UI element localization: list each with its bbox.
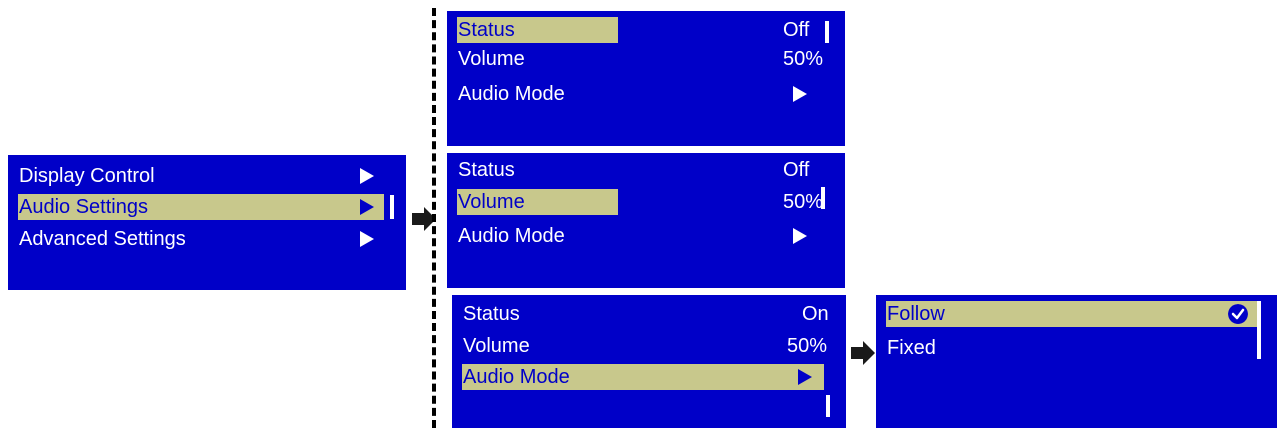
option-label: Fixed [887,337,936,359]
menu-item-volume[interactable]: Volume 50% [457,46,829,72]
menu-item-status[interactable]: Status Off [457,17,819,43]
audio-mode-label: Audio Mode [458,83,565,105]
menu-item-audio-mode[interactable]: Audio Mode [462,364,824,390]
audio-settings-panel-audio-mode: Status On Volume 50% Audio Mode [452,295,846,428]
submenu-triangle-icon [793,86,807,102]
submenu-triangle-icon [360,231,374,247]
volume-label: Volume [458,48,525,70]
audio-settings-panel-volume: Status Off Volume 50% Audio Mode [447,153,845,288]
scrollbar[interactable] [821,187,825,209]
arrow-right-icon [851,341,875,365]
divider [432,8,436,428]
menu-item-status[interactable]: Status On [462,301,829,327]
main-menu-panel: Display Control Audio Settings Advanced … [8,155,406,290]
menu-item-volume[interactable]: Volume 50% [457,189,823,215]
menu-item-audio-settings[interactable]: Audio Settings [18,194,384,220]
submenu-triangle-icon [360,168,374,184]
volume-value: 50% [783,48,824,70]
audio-settings-panel-status: Status Off Volume 50% Audio Mode [447,11,845,146]
audio-mode-label: Audio Mode [458,225,565,247]
menu-item-label: Audio Settings [19,196,148,218]
scrollbar[interactable] [826,395,830,417]
volume-value: 50% [787,335,828,357]
volume-label: Volume [458,191,525,213]
audio-mode-label: Audio Mode [463,366,570,388]
volume-value: 50% [783,191,824,213]
status-label: Status [463,303,520,325]
option-label: Follow [887,303,945,325]
menu-item-label: Display Control [19,165,155,187]
status-label: Status [458,19,515,41]
submenu-triangle-icon [793,228,807,244]
menu-item-advanced-settings[interactable]: Advanced Settings [18,226,382,252]
scrollbar[interactable] [825,21,829,43]
menu-item-status[interactable]: Status Off [457,157,819,183]
scrollbar[interactable] [390,195,394,219]
menu-item-display-control[interactable]: Display Control [18,163,382,189]
scrollbar[interactable] [1257,301,1261,359]
status-value: Off [783,159,810,181]
status-value: On [802,303,829,325]
menu-item-volume[interactable]: Volume 50% [462,333,834,359]
check-circle-icon [1228,304,1248,324]
audio-mode-options-panel: Follow Fixed [876,295,1277,428]
option-follow[interactable]: Follow [886,301,1258,327]
menu-item-audio-mode[interactable]: Audio Mode [457,223,819,249]
option-fixed[interactable]: Fixed [886,335,1248,361]
submenu-triangle-icon [360,199,374,215]
status-value: Off [783,19,810,41]
volume-label: Volume [463,335,530,357]
menu-item-label: Advanced Settings [19,228,186,250]
status-label: Status [458,159,515,181]
menu-item-audio-mode[interactable]: Audio Mode [457,81,819,107]
submenu-triangle-icon [798,369,812,385]
